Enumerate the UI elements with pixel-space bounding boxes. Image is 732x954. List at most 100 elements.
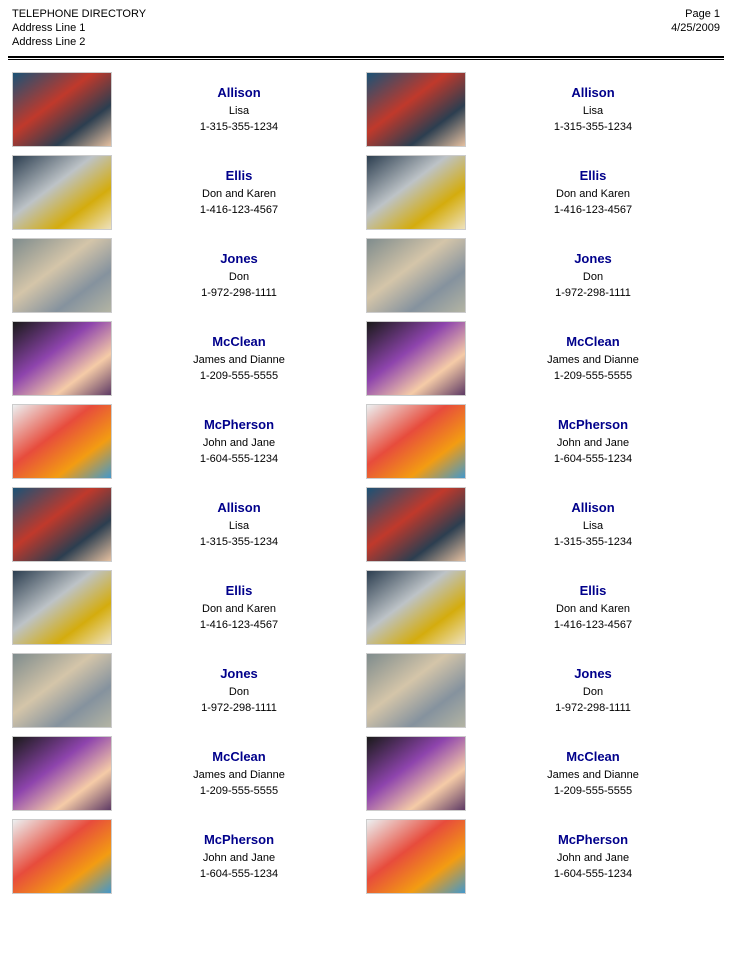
list-item: McPhersonJohn and Jane1-604-555-1234 [12, 404, 366, 479]
page-title: TELEPHONE DIRECTORY [12, 8, 146, 20]
entry-phone: 1-604-555-1234 [200, 451, 278, 468]
entry-name: McPherson [558, 830, 628, 850]
entry-person: John and Jane [203, 435, 275, 452]
entry-phone: 1-972-298-1111 [555, 700, 631, 717]
entry-name: McPherson [204, 830, 274, 850]
entry-info: McCleanJames and Dianne1-209-555-5555 [466, 747, 720, 800]
entry-name: Allison [217, 83, 260, 103]
divider-section [0, 52, 732, 64]
list-item: AllisonLisa1-315-355-1234 [366, 72, 720, 147]
entry-name: McClean [212, 332, 265, 352]
entry-phone: 1-209-555-5555 [200, 368, 278, 385]
entry-name: Allison [571, 498, 614, 518]
photo-jones [366, 653, 466, 728]
photo-ellis [366, 570, 466, 645]
list-item: JonesDon1-972-298-1111 [366, 653, 720, 728]
entry-info: JonesDon1-972-298-1111 [112, 664, 366, 717]
list-item: JonesDon1-972-298-1111 [366, 238, 720, 313]
entry-info: McCleanJames and Dianne1-209-555-5555 [112, 332, 366, 385]
list-item: JonesDon1-972-298-1111 [12, 238, 366, 313]
entry-phone: 1-604-555-1234 [200, 866, 278, 883]
entry-name: McClean [212, 747, 265, 767]
list-item: McPhersonJohn and Jane1-604-555-1234 [12, 819, 366, 894]
entry-name: Ellis [226, 581, 253, 601]
list-item: AllisonLisa1-315-355-1234 [12, 72, 366, 147]
list-item: EllisDon and Karen1-416-123-4567 [12, 155, 366, 230]
page-number: Page 1 [685, 8, 720, 20]
entry-info: McPhersonJohn and Jane1-604-555-1234 [466, 830, 720, 883]
entry-phone: 1-972-298-1111 [201, 700, 277, 717]
entry-info: McPhersonJohn and Jane1-604-555-1234 [466, 415, 720, 468]
entry-person: John and Jane [557, 850, 629, 867]
photo-allison [366, 487, 466, 562]
entry-person: Lisa [229, 518, 249, 535]
entry-phone: 1-416-123-4567 [200, 202, 278, 219]
entry-phone: 1-416-123-4567 [554, 617, 632, 634]
entry-person: Lisa [229, 103, 249, 120]
photo-mcclean [12, 736, 112, 811]
entry-person: Don [583, 684, 603, 701]
entry-name: McPherson [204, 415, 274, 435]
entry-name: Allison [217, 498, 260, 518]
entry-info: McPhersonJohn and Jane1-604-555-1234 [112, 830, 366, 883]
list-item: McCleanJames and Dianne1-209-555-5555 [366, 321, 720, 396]
entry-name: Ellis [580, 166, 607, 186]
photo-mcclean [12, 321, 112, 396]
right-column: AllisonLisa1-315-355-1234 EllisDon and K… [366, 72, 720, 902]
photo-mcpherson [12, 819, 112, 894]
entry-phone: 1-315-355-1234 [554, 119, 632, 136]
photo-jones [366, 238, 466, 313]
photo-ellis [366, 155, 466, 230]
entry-phone: 1-315-355-1234 [554, 534, 632, 551]
entry-person: Lisa [583, 518, 603, 535]
photo-ellis [12, 155, 112, 230]
entry-phone: 1-416-123-4567 [554, 202, 632, 219]
entry-person: Don [229, 269, 249, 286]
entry-person: Don and Karen [202, 601, 276, 618]
photo-ellis [12, 570, 112, 645]
entry-name: McClean [566, 747, 619, 767]
entry-info: EllisDon and Karen1-416-123-4567 [466, 166, 720, 219]
entry-person: Lisa [583, 103, 603, 120]
header-right: Page 1 4/25/2009 [671, 8, 720, 34]
entry-name: Ellis [580, 581, 607, 601]
entry-phone: 1-209-555-5555 [554, 783, 632, 800]
entry-info: JonesDon1-972-298-1111 [466, 664, 720, 717]
entry-name: Jones [220, 249, 258, 269]
photo-allison [366, 72, 466, 147]
entry-phone: 1-972-298-1111 [201, 285, 277, 302]
photo-jones [12, 653, 112, 728]
entry-person: John and Jane [557, 435, 629, 452]
bottom-divider [8, 59, 724, 60]
entry-person: Don [583, 269, 603, 286]
list-item: AllisonLisa1-315-355-1234 [366, 487, 720, 562]
entry-phone: 1-416-123-4567 [200, 617, 278, 634]
photo-mcpherson [366, 819, 466, 894]
list-item: EllisDon and Karen1-416-123-4567 [366, 155, 720, 230]
list-item: EllisDon and Karen1-416-123-4567 [366, 570, 720, 645]
photo-mcclean [366, 321, 466, 396]
entry-info: JonesDon1-972-298-1111 [112, 249, 366, 302]
entry-phone: 1-315-355-1234 [200, 119, 278, 136]
list-item: McCleanJames and Dianne1-209-555-5555 [12, 736, 366, 811]
entry-info: McCleanJames and Dianne1-209-555-5555 [112, 747, 366, 800]
entry-phone: 1-972-298-1111 [555, 285, 631, 302]
entry-info: McPhersonJohn and Jane1-604-555-1234 [112, 415, 366, 468]
address-line2: Address Line 2 [12, 36, 146, 48]
entry-person: Don [229, 684, 249, 701]
list-item: McPhersonJohn and Jane1-604-555-1234 [366, 404, 720, 479]
entry-person: John and Jane [203, 850, 275, 867]
entry-info: EllisDon and Karen1-416-123-4567 [112, 581, 366, 634]
entry-info: McCleanJames and Dianne1-209-555-5555 [466, 332, 720, 385]
photo-jones [12, 238, 112, 313]
entry-person: James and Dianne [193, 767, 285, 784]
entry-person: Don and Karen [556, 186, 630, 203]
page-date: 4/25/2009 [671, 22, 720, 34]
entry-info: AllisonLisa1-315-355-1234 [466, 498, 720, 551]
entry-person: Don and Karen [202, 186, 276, 203]
entry-phone: 1-315-355-1234 [200, 534, 278, 551]
entry-info: JonesDon1-972-298-1111 [466, 249, 720, 302]
photo-allison [12, 487, 112, 562]
address-line1: Address Line 1 [12, 22, 146, 34]
entry-phone: 1-604-555-1234 [554, 451, 632, 468]
